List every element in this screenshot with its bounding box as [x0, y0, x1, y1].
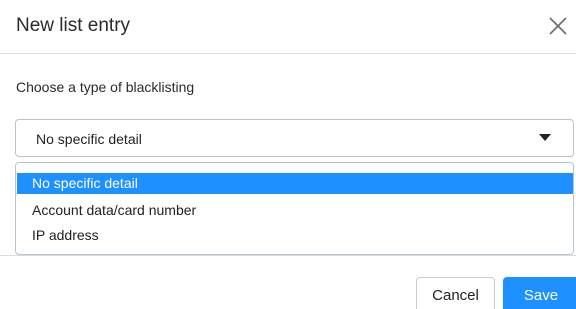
close-icon[interactable] [544, 12, 572, 40]
blacklisting-type-dropdown: No specific detail Account data/card num… [15, 162, 574, 255]
cancel-button[interactable]: Cancel [416, 277, 495, 309]
option-account-data-card-number[interactable]: Account data/card number [17, 199, 573, 221]
dialog-header: New list entry [0, 0, 576, 54]
blacklisting-type-select[interactable]: No specific detail [15, 119, 574, 157]
blacklisting-type-label: Choose a type of blacklisting [16, 79, 195, 95]
footer-divider [0, 255, 576, 256]
caret-down-icon [539, 134, 551, 141]
dialog-title: New list entry [16, 15, 131, 36]
option-no-specific-detail[interactable]: No specific detail [17, 173, 573, 194]
select-current-value: No specific detail [36, 131, 142, 147]
option-ip-address[interactable]: IP address [17, 224, 573, 246]
save-button[interactable]: Save [503, 277, 576, 309]
new-list-entry-dialog: New list entry Choose a type of blacklis… [0, 0, 576, 309]
